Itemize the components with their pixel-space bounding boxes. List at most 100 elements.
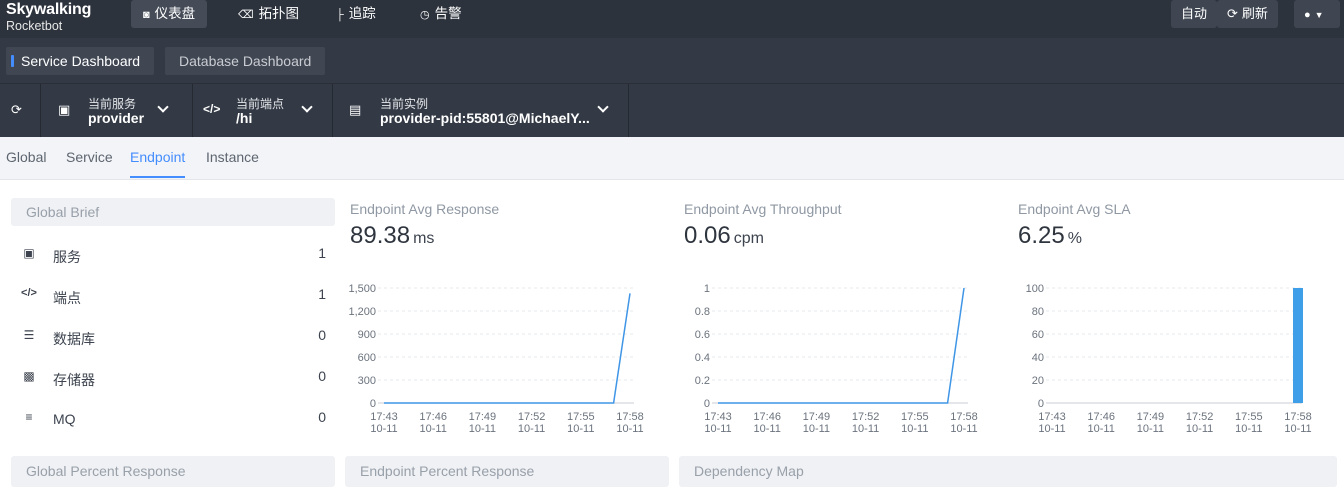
tab-global[interactable]: Global — [6, 149, 46, 178]
brief-label: 数据库 — [53, 331, 95, 347]
service-icon: ▣ — [58, 102, 71, 117]
x-tick-sublabel: 10-11 — [1038, 423, 1065, 435]
brief-label: 服务 — [53, 249, 81, 265]
chevron-down-icon: ▼ — [1314, 10, 1324, 20]
x-tick-label: 17:43 — [370, 411, 398, 423]
y-tick-label: 300 — [358, 375, 376, 387]
reload-selector-button[interactable]: ⟳ — [0, 84, 41, 137]
x-tick-sublabel: 10-11 — [803, 423, 830, 435]
chevron-down-icon — [301, 101, 313, 113]
x-tick-label: 17:58 — [950, 411, 978, 423]
global-percent-response-header: Global Percent Response — [11, 456, 335, 487]
avg-throughput-value: 0.06 cpm — [684, 222, 764, 250]
selector-bar: ⟳ ▣ 当前服务 provider </> 当前端点 /hi ▤ 当前实例 pr… — [0, 84, 1344, 137]
brief-value: 1 — [318, 286, 326, 302]
chart-icon: ◙ — [143, 9, 150, 21]
y-tick-label: 40 — [1032, 352, 1044, 364]
nav-trace[interactable]: ├ 追踪 — [324, 0, 388, 28]
x-tick-label: 17:55 — [901, 411, 929, 423]
x-tick-sublabel: 10-11 — [1137, 423, 1164, 435]
tab-service[interactable]: Service — [66, 149, 113, 178]
endpoint-selector-value: /hi — [236, 110, 253, 126]
dependency-map-header: Dependency Map — [679, 456, 1337, 487]
brief-value: 0 — [318, 327, 326, 343]
x-tick-sublabel: 10-11 — [616, 423, 643, 435]
x-tick-sublabel: 10-11 — [852, 423, 879, 435]
service-dashboard-label: Service Dashboard — [21, 53, 141, 69]
y-tick-label: 0 — [704, 398, 710, 410]
x-tick-label: 17:46 — [753, 411, 781, 423]
y-tick-label: 0.6 — [695, 329, 710, 341]
x-tick-label: 17:46 — [419, 411, 447, 423]
chevron-down-icon — [157, 101, 169, 113]
brief-row-mq: ≡ MQ 0 — [21, 409, 326, 429]
service-selector[interactable]: ▣ 当前服务 provider — [41, 84, 193, 137]
dashboard-tabs: Global Service Endpoint Instance — [0, 137, 1344, 180]
global-brief-header: Global Brief — [11, 198, 335, 226]
tab-endpoint[interactable]: Endpoint — [130, 149, 186, 178]
x-tick-sublabel: 10-11 — [754, 423, 781, 435]
instance-icon: ▤ — [349, 102, 362, 117]
y-tick-label: 1 — [704, 283, 710, 295]
x-tick-label: 17:55 — [567, 411, 595, 423]
series-line — [384, 293, 631, 404]
refresh-button-label: 刷新 — [1241, 6, 1268, 21]
database-dashboard-label: Database Dashboard — [179, 53, 312, 69]
nav-topology[interactable]: ⌫ 拓扑图 — [226, 0, 311, 28]
brief-label: 存储器 — [53, 372, 95, 388]
x-tick-sublabel: 10-11 — [1235, 423, 1262, 435]
y-tick-label: 1,500 — [348, 283, 376, 295]
chevron-down-icon — [597, 101, 609, 113]
brief-value: 0 — [318, 368, 326, 384]
y-tick-label: 0.8 — [695, 306, 710, 318]
x-tick-label: 17:58 — [616, 411, 644, 423]
avg-throughput-unit: cpm — [733, 230, 764, 247]
x-tick-sublabel: 10-11 — [469, 423, 496, 435]
user-icon: ● — [1304, 9, 1311, 21]
database-dashboard-button[interactable]: Database Dashboard — [165, 47, 326, 75]
service-dashboard-button[interactable]: Service Dashboard — [6, 47, 155, 75]
avg-sla-chart: 02040608010017:4310-1117:4610-1117:4910-… — [1026, 283, 1312, 435]
nav-alarm[interactable]: ◷ 告警 — [408, 0, 474, 28]
y-tick-label: 100 — [1026, 283, 1044, 295]
brief-label: 端点 — [53, 290, 81, 306]
endpoint-selector[interactable]: </> 当前端点 /hi — [193, 84, 333, 137]
user-menu-button[interactable]: ● ▼ — [1294, 0, 1340, 28]
y-tick-label: 60 — [1032, 329, 1044, 341]
nav-dashboard[interactable]: ◙ 仪表盘 — [131, 0, 208, 28]
x-tick-sublabel: 10-11 — [518, 423, 545, 435]
auto-button[interactable]: 自动 — [1171, 0, 1218, 28]
avg-sla-title: Endpoint Avg SLA — [1018, 201, 1131, 217]
x-tick-label: 17:58 — [1284, 411, 1312, 423]
brief-label: MQ — [53, 411, 76, 427]
top-navbar: Skywalking Rocketbot ◙ 仪表盘 ⌫ 拓扑图 ├ 追踪 ◷ 告警 自… — [0, 0, 1344, 38]
y-tick-label: 0.4 — [695, 352, 710, 364]
logo[interactable]: Skywalking Rocketbot — [6, 1, 91, 33]
x-tick-label: 17:52 — [852, 411, 880, 423]
y-tick-label: 80 — [1032, 306, 1044, 318]
logo-text: Skywalking — [6, 1, 92, 18]
y-tick-label: 1,200 — [348, 306, 376, 318]
x-tick-label: 17:55 — [1235, 411, 1263, 423]
instance-selector[interactable]: ▤ 当前实例 provider-pid:55801@MichaelY... — [333, 84, 629, 137]
x-tick-sublabel: 10-11 — [370, 423, 397, 435]
nav-alarm-label: 告警 — [434, 6, 462, 21]
y-tick-label: 0 — [370, 398, 376, 410]
y-tick-label: 600 — [358, 352, 376, 364]
nav-dashboard-label: 仪表盘 — [154, 6, 196, 21]
refresh-button[interactable]: ⟳ 刷新 — [1217, 0, 1278, 28]
x-tick-label: 17:43 — [1038, 411, 1066, 423]
dashboard-bar: Service Dashboard Database Dashboard — [0, 38, 1344, 84]
x-tick-sublabel: 10-11 — [950, 423, 977, 435]
x-tick-label: 17:52 — [1186, 411, 1214, 423]
y-tick-label: 0 — [1038, 398, 1044, 410]
tab-instance[interactable]: Instance — [206, 149, 259, 178]
y-tick-label: 900 — [358, 329, 376, 341]
endpoint-percent-response-header: Endpoint Percent Response — [345, 456, 669, 487]
code-icon: </> — [21, 287, 37, 299]
avg-throughput-title: Endpoint Avg Throughput — [684, 201, 842, 217]
avg-response-chart: 03006009001,2001,50017:4310-1117:4610-11… — [348, 283, 644, 435]
code-icon: </> — [203, 102, 221, 116]
service-icon: ▣ — [23, 246, 35, 260]
brief-row-endpoint: </> 端点 1 — [21, 286, 326, 306]
